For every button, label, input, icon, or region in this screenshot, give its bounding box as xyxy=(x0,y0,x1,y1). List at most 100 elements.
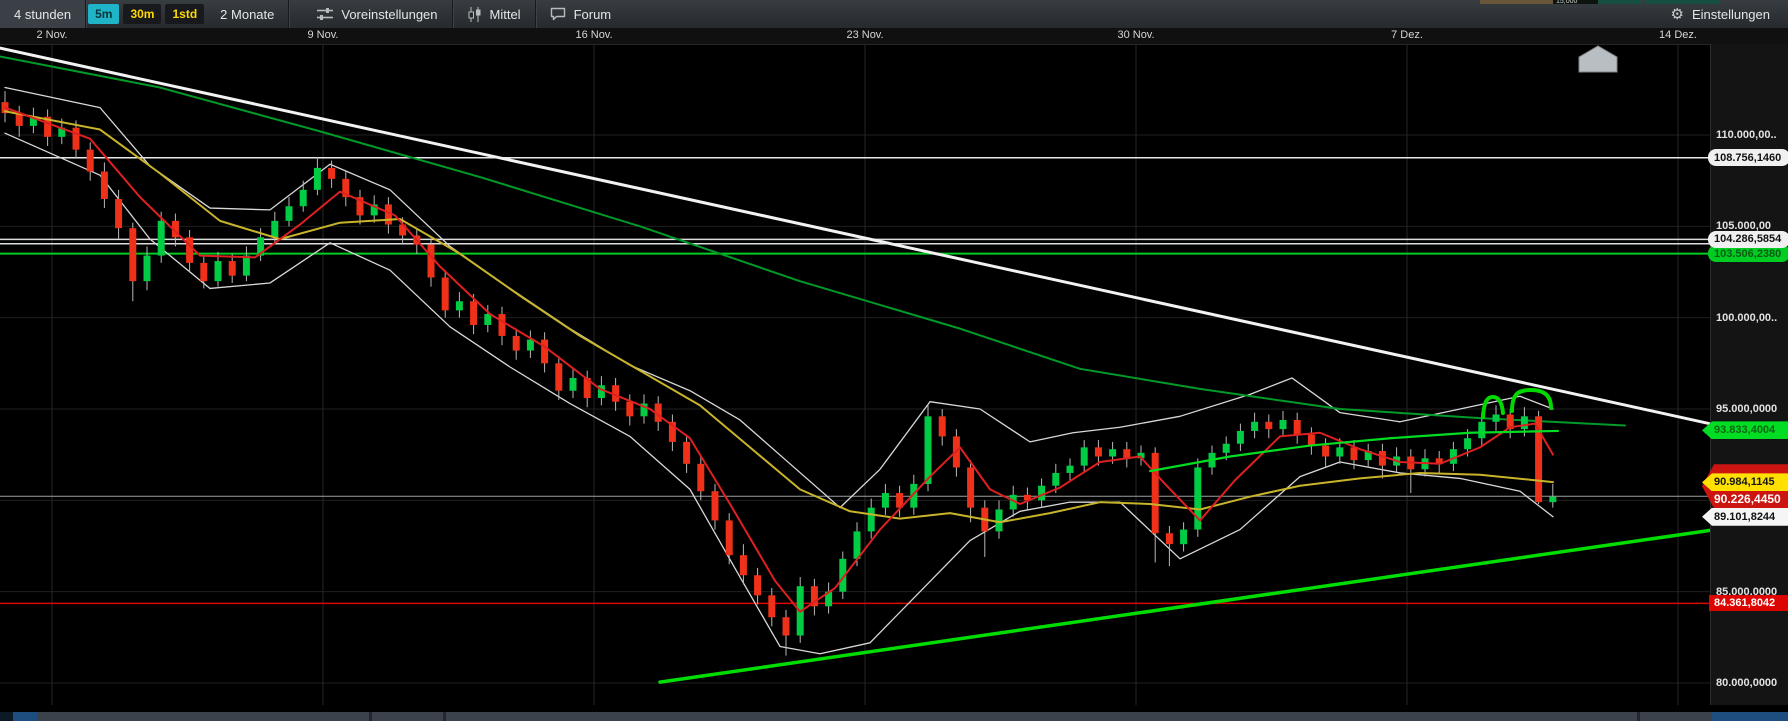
candle-body xyxy=(1308,435,1315,446)
presets-button[interactable]: Voreinstellungen xyxy=(303,0,451,28)
candle-body xyxy=(200,263,207,281)
gear-icon: ⚙ xyxy=(1670,5,1683,23)
slow-green-ma xyxy=(0,56,1625,425)
plot-area[interactable] xyxy=(0,44,1712,705)
scrollbar-segment[interactable] xyxy=(0,712,13,721)
candle-body xyxy=(527,340,534,351)
white-resistance-trendline[interactable] xyxy=(0,48,1712,424)
candle-body xyxy=(1265,422,1272,429)
candle-body xyxy=(328,168,335,179)
toolbar-separator xyxy=(288,0,289,28)
candle-body xyxy=(726,520,733,555)
price-axis[interactable]: 110.000,00..105.000,00100.000,00..95.000… xyxy=(1710,44,1788,706)
price-pill-lower-band: 89.101,8244 xyxy=(1702,508,1788,526)
candle-body xyxy=(1152,453,1159,533)
candlestick-chart[interactable] xyxy=(0,44,1788,706)
scrollbar-segment[interactable] xyxy=(369,712,372,721)
candle-body xyxy=(1379,451,1386,466)
candle-body xyxy=(101,172,108,199)
red-ma xyxy=(5,108,1553,612)
candle-body xyxy=(1223,444,1230,453)
candle-body xyxy=(1251,422,1258,431)
scrollbar-segment[interactable] xyxy=(13,712,37,721)
timeframe-label: 4 stunden xyxy=(14,7,71,22)
candle-body xyxy=(1478,422,1485,438)
candle-body xyxy=(1549,497,1556,502)
scroll-home-marker[interactable] xyxy=(1579,46,1617,72)
interval-button-5m[interactable]: 5m xyxy=(88,4,119,24)
candle-body xyxy=(967,467,974,507)
candle-body xyxy=(271,221,278,237)
candle-body xyxy=(555,363,562,390)
candle-body xyxy=(541,340,548,364)
candle-body xyxy=(1322,446,1329,457)
drawn-arc-annotation[interactable] xyxy=(1483,397,1503,417)
indicators-label: Mittel xyxy=(490,7,521,22)
date-label: 2 Nov. xyxy=(37,29,68,41)
candle-body xyxy=(144,256,151,282)
date-label: 7 Dez. xyxy=(1391,29,1423,41)
candle-body xyxy=(484,314,491,325)
candle-body xyxy=(129,228,136,281)
candle-body xyxy=(783,617,790,635)
candle-body xyxy=(314,168,321,190)
candle-body xyxy=(513,336,520,351)
candle-body xyxy=(87,150,94,172)
toolbar-separator xyxy=(85,0,86,28)
candle-body xyxy=(428,245,435,278)
candle-body xyxy=(683,442,690,464)
time-axis[interactable]: 2 Nov.9 Nov.16 Nov.23 Nov.30 Nov.7 Dez.1… xyxy=(0,28,1788,45)
price-pill-resistance-upper: 108.756,1460 xyxy=(1708,149,1788,166)
candle-body xyxy=(300,190,307,206)
candle-body xyxy=(1521,416,1528,429)
candle-body xyxy=(712,491,719,520)
timeframe-button[interactable]: 4 stunden xyxy=(0,0,85,28)
settings-button[interactable]: ⚙ Einstellungen xyxy=(1656,0,1788,28)
candle-body xyxy=(442,277,449,310)
candle-body xyxy=(697,464,704,491)
candle-body xyxy=(158,221,165,256)
interval-button-30m[interactable]: 30m xyxy=(123,4,161,24)
candle-body xyxy=(1294,420,1301,435)
candle-body xyxy=(470,301,477,325)
scrollbar-segment[interactable] xyxy=(1637,712,1640,721)
candle-body xyxy=(1052,473,1059,486)
price-pill-resistance-mid: 104.286,5854 xyxy=(1708,231,1788,248)
date-label: 16 Nov. xyxy=(575,29,612,41)
sliders-icon xyxy=(317,7,333,21)
trading-chart-app: 4 stunden 5m 30m 1std 2 Monate Voreinste… xyxy=(0,0,1788,721)
date-label: 9 Nov. xyxy=(308,29,339,41)
candle-body xyxy=(1109,449,1116,456)
scrollbar-track[interactable] xyxy=(0,712,1788,721)
price-tick-label: 80.000,0000 xyxy=(1716,677,1777,689)
candle-body xyxy=(73,128,80,150)
candle-body xyxy=(286,206,293,221)
forum-label: Forum xyxy=(574,7,612,22)
candle-body xyxy=(1166,533,1173,544)
scrollbar-segment[interactable] xyxy=(443,712,446,721)
candle-body xyxy=(115,199,122,228)
candle-body xyxy=(868,508,875,532)
settings-label: Einstellungen xyxy=(1692,7,1770,22)
candle-body xyxy=(243,256,250,276)
candle-body xyxy=(1464,438,1471,449)
candlestick-icon xyxy=(467,7,482,22)
candle-body xyxy=(1095,447,1102,456)
candle-body xyxy=(1123,449,1130,458)
speech-bubble-icon xyxy=(550,7,566,21)
forum-button[interactable]: Forum xyxy=(536,0,626,28)
date-label: 23 Nov. xyxy=(846,29,883,41)
price-pill-yellow-ma: 90.984,1145 xyxy=(1702,473,1788,491)
interval-button-1std[interactable]: 1std xyxy=(165,4,204,24)
horizontal-scrollbar[interactable] xyxy=(0,705,1788,721)
candle-body xyxy=(1351,447,1358,460)
candle-body xyxy=(499,314,506,336)
candle-body xyxy=(186,237,193,263)
price-pill-red-support: 84.361,8042 xyxy=(1709,595,1788,611)
indicators-button[interactable]: Mittel xyxy=(453,0,535,28)
candle-body xyxy=(570,378,577,391)
candle-body xyxy=(754,575,761,595)
candle-body xyxy=(1237,431,1244,444)
scrollbar-segment[interactable] xyxy=(1712,712,1788,721)
range-button[interactable]: 2 Monate xyxy=(206,0,288,28)
